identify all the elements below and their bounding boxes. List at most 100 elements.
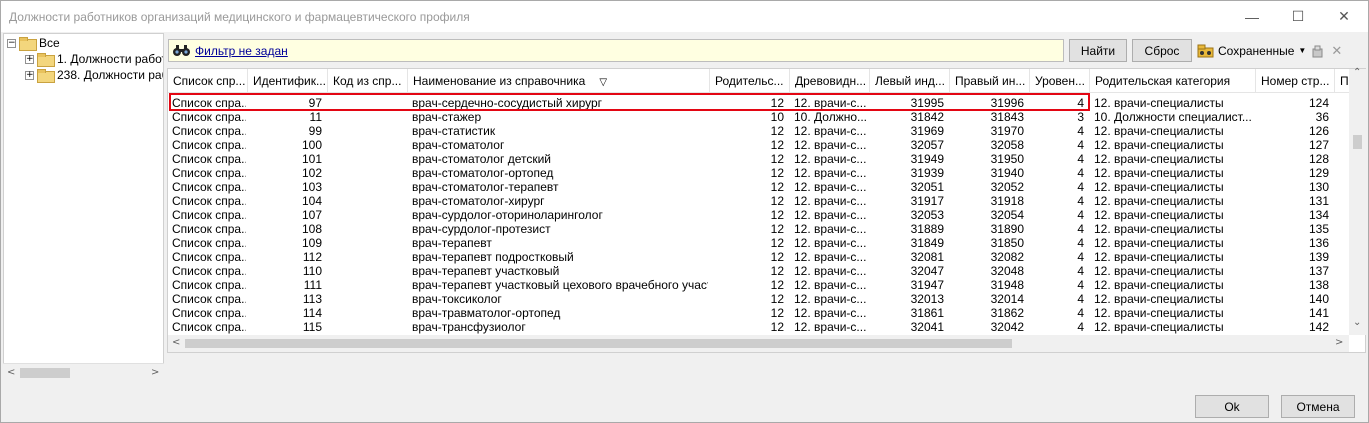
cell-parent: 12 bbox=[770, 222, 784, 236]
column-header-code[interactable]: Код из спр... bbox=[328, 69, 408, 93]
table-row[interactable]: Список спра... 112 врач-терапевт подростко… bbox=[168, 250, 1350, 264]
cell-parent-category: 10. Должности специалист... bbox=[1094, 110, 1252, 124]
tree-horizontal-scrollbar[interactable]: < > bbox=[3, 363, 164, 381]
cell-row-number: 128 bbox=[1308, 152, 1329, 166]
column-header-parent[interactable]: Родительс... bbox=[710, 69, 790, 93]
cell-left-index: 31947 bbox=[910, 278, 944, 292]
cell-level: 4 bbox=[1077, 264, 1084, 278]
column-header-name[interactable]: Наименование из справочника ▽ bbox=[408, 69, 710, 93]
tree-item-238[interactable]: + 238. Должности раб bbox=[25, 67, 164, 83]
cell-left-index: 31969 bbox=[910, 124, 944, 138]
expand-icon[interactable]: + bbox=[25, 54, 34, 64]
cell-row-number: 36 bbox=[1315, 110, 1329, 124]
table-row[interactable]: Список спра... 102 врач-стоматолог-ортопед… bbox=[168, 166, 1350, 180]
column-header-parent-category[interactable]: Родительская категория bbox=[1090, 69, 1256, 93]
column-header-right-index[interactable]: Правый ин... bbox=[950, 69, 1030, 93]
scroll-right-icon[interactable]: > bbox=[1335, 337, 1343, 348]
cell-tree: 12. врачи-с... bbox=[794, 306, 867, 320]
cell-name: врач-статистик bbox=[412, 124, 496, 138]
cell-name: врач-стоматолог-ортопед bbox=[412, 166, 554, 180]
saved-filters-dropdown[interactable]: Сохраненные ▼ ✕ bbox=[1197, 39, 1342, 62]
close-button[interactable]: ✕ bbox=[1321, 1, 1367, 32]
table-row[interactable]: Список спра... 114 врач-травматолог-ортопе… bbox=[168, 306, 1350, 320]
collapse-icon[interactable]: − bbox=[7, 38, 16, 48]
cell-parent-category: 12. врачи-специалисты bbox=[1094, 250, 1224, 264]
scroll-thumb[interactable] bbox=[20, 368, 70, 378]
cell-row-number: 131 bbox=[1308, 194, 1329, 208]
grid-vertical-scrollbar[interactable]: ⌃ ⌄ bbox=[1349, 67, 1366, 335]
cell-right-index: 32054 bbox=[990, 208, 1024, 222]
reset-button[interactable]: Сброс bbox=[1132, 39, 1192, 62]
save-filter-icon[interactable] bbox=[1312, 44, 1326, 58]
table-row[interactable]: Список спра... 113 врач-токсиколог 12 12. вр… bbox=[168, 292, 1350, 306]
minimize-button[interactable]: — bbox=[1229, 1, 1275, 32]
cell-tree: 12. врачи-с... bbox=[794, 194, 867, 208]
scroll-thumb[interactable] bbox=[185, 339, 1012, 348]
scroll-thumb[interactable] bbox=[1353, 135, 1362, 149]
cell-level: 4 bbox=[1077, 320, 1084, 334]
table-row[interactable]: Список спра... 108 врач-сурдолог-протезист… bbox=[168, 222, 1350, 236]
cell-left-index: 32053 bbox=[910, 208, 944, 222]
scroll-left-icon[interactable]: < bbox=[7, 367, 15, 378]
cell-right-index: 32014 bbox=[990, 292, 1024, 306]
table-row[interactable]: Список спра... 103 врач-стоматолог-терапев… bbox=[168, 180, 1350, 194]
cell-id: 99 bbox=[308, 124, 322, 138]
cell-id: 103 bbox=[301, 180, 322, 194]
filter-link[interactable]: Фильтр не задан bbox=[195, 44, 288, 58]
tree-item-root[interactable]: − Все bbox=[7, 35, 60, 51]
grid-horizontal-scrollbar[interactable]: < > bbox=[168, 335, 1349, 352]
delete-filter-icon[interactable]: ✕ bbox=[1331, 43, 1342, 59]
scroll-left-icon[interactable]: < bbox=[172, 337, 180, 348]
expand-icon[interactable]: + bbox=[25, 70, 34, 80]
cell-level: 4 bbox=[1077, 152, 1084, 166]
table-row[interactable]: Список спра... 101 врач-стоматолог детский… bbox=[168, 152, 1350, 166]
folder-icon bbox=[19, 37, 37, 51]
scroll-right-icon[interactable]: > bbox=[151, 367, 159, 378]
cell-list: Список спра... bbox=[172, 306, 246, 320]
cell-row-number: 138 bbox=[1308, 278, 1329, 292]
cell-right-index: 31850 bbox=[990, 236, 1024, 250]
column-header-row-number[interactable]: Номер стр... bbox=[1256, 69, 1335, 93]
cell-level: 4 bbox=[1077, 124, 1084, 138]
table-row[interactable]: Список спра... 110 врач-терапевт участковы… bbox=[168, 264, 1350, 278]
maximize-button[interactable]: ☐ bbox=[1275, 1, 1321, 32]
cell-code bbox=[332, 320, 406, 334]
cell-row-number: 141 bbox=[1308, 306, 1329, 320]
table-row[interactable]: Список спра... 11 врач-стажер 10 10. Должно.… bbox=[168, 110, 1350, 124]
cell-row-number: 142 bbox=[1308, 320, 1329, 334]
grid-header: Список спр... Идентифик... Код из спр... На… bbox=[168, 69, 1365, 93]
cell-left-index: 32041 bbox=[910, 320, 944, 334]
scroll-down-icon[interactable]: ⌄ bbox=[1353, 317, 1361, 328]
column-header-tree[interactable]: Древовидн... bbox=[790, 69, 870, 93]
cell-left-index: 31995 bbox=[910, 96, 944, 110]
cancel-button[interactable]: Отмена bbox=[1281, 395, 1355, 418]
column-header-level[interactable]: Уровен... bbox=[1030, 69, 1090, 93]
ok-button[interactable]: Ok bbox=[1195, 395, 1269, 418]
column-header-id[interactable]: Идентифик... bbox=[248, 69, 328, 93]
scroll-up-icon[interactable]: ⌃ bbox=[1353, 67, 1361, 78]
cell-code bbox=[332, 222, 406, 236]
table-row[interactable]: Список спра... 115 врач-трансфузиолог 12 12.… bbox=[168, 320, 1350, 334]
cell-parent-category: 12. врачи-специалисты bbox=[1094, 138, 1224, 152]
cell-right-index: 31890 bbox=[990, 222, 1024, 236]
column-header-list[interactable]: Список спр... bbox=[168, 69, 248, 93]
cell-code bbox=[332, 110, 406, 124]
column-header-left-index[interactable]: Левый инд... bbox=[870, 69, 950, 93]
table-row[interactable]: Список спра... 97 врач-сердечно-сосудистый… bbox=[168, 96, 1350, 110]
cell-level: 4 bbox=[1077, 138, 1084, 152]
tree-item-label: 238. Должности раб bbox=[57, 68, 164, 82]
table-row[interactable]: Список спра... 99 врач-статистик 12 12. врач… bbox=[168, 124, 1350, 138]
table-row[interactable]: Список спра... 111 врач-терапевт участковы… bbox=[168, 278, 1350, 292]
cell-parent-category: 12. врачи-специалисты bbox=[1094, 306, 1224, 320]
cell-parent-category: 12. врачи-специалисты bbox=[1094, 292, 1224, 306]
cell-tree: 12. врачи-с... bbox=[794, 180, 867, 194]
table-row[interactable]: Список спра... 100 врач-стоматолог 12 12. вр… bbox=[168, 138, 1350, 152]
find-button[interactable]: Найти bbox=[1069, 39, 1127, 62]
cell-name: врач-терапевт участковый цехового врачеб… bbox=[412, 278, 708, 292]
table-row[interactable]: Список спра... 104 врач-стоматолог-хирург 1… bbox=[168, 194, 1350, 208]
cell-tree: 12. врачи-с... bbox=[794, 278, 867, 292]
table-row[interactable]: Список спра... 107 врач-сурдолог-оторинола… bbox=[168, 208, 1350, 222]
cell-list: Список спра... bbox=[172, 292, 246, 306]
tree-item-1[interactable]: + 1. Должности работ bbox=[25, 51, 163, 67]
table-row[interactable]: Список спра... 109 врач-терапевт 12 12. врач… bbox=[168, 236, 1350, 250]
